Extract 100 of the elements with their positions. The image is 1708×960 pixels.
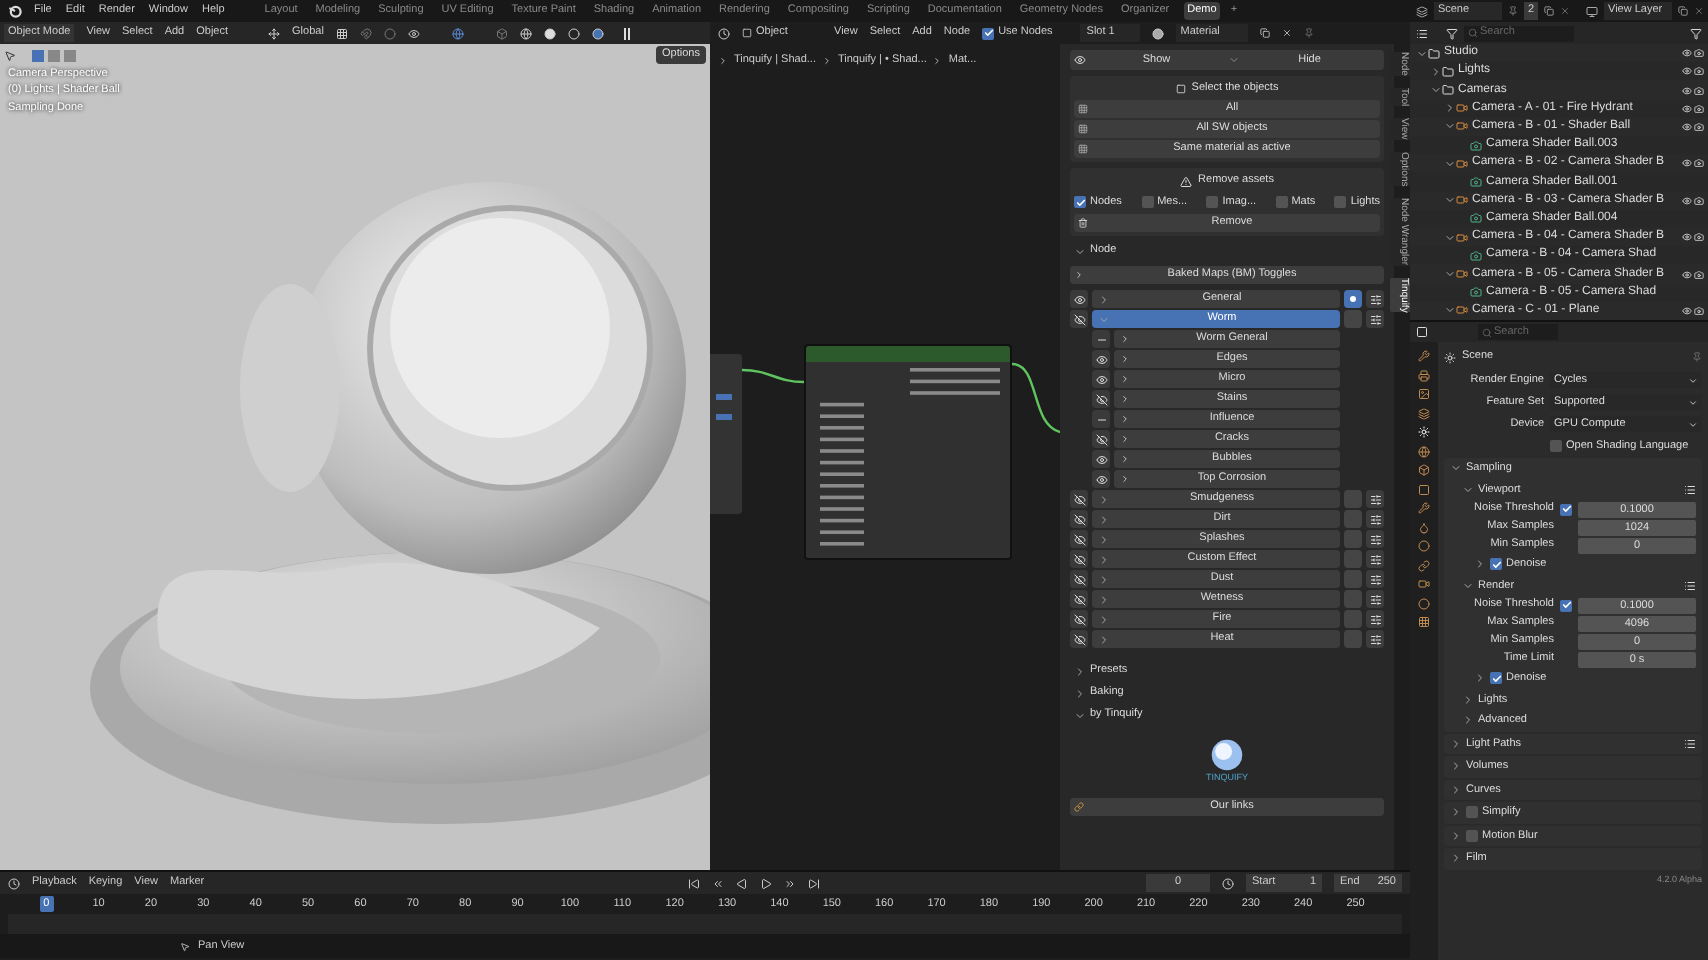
eye-icon[interactable] bbox=[1682, 158, 1692, 169]
chevron-right-icon[interactable] bbox=[1450, 806, 1462, 819]
pin-icon[interactable] bbox=[1507, 6, 1518, 16]
tool-icon[interactable] bbox=[1418, 350, 1430, 362]
visibility-toggle[interactable] bbox=[1070, 490, 1088, 508]
chevron-right-icon[interactable] bbox=[1450, 783, 1462, 796]
visibility-toggle[interactable] bbox=[1070, 310, 1088, 328]
checkbox[interactable] bbox=[982, 27, 995, 39]
select-tool-icon[interactable] bbox=[4, 49, 16, 61]
visibility-toggle[interactable] bbox=[1070, 530, 1088, 548]
copy-icon[interactable] bbox=[1260, 28, 1271, 38]
layer-active-toggle[interactable] bbox=[1344, 550, 1362, 568]
settings-button[interactable] bbox=[1366, 630, 1384, 648]
settings-button[interactable] bbox=[1366, 490, 1384, 508]
visibility-toggle[interactable] bbox=[1070, 290, 1088, 308]
eye-icon[interactable] bbox=[1682, 103, 1692, 114]
chevron-right-icon[interactable] bbox=[1450, 760, 1462, 773]
snap-icon[interactable] bbox=[359, 27, 372, 39]
layer-active-toggle[interactable] bbox=[1344, 570, 1362, 588]
jump-end-icon[interactable] bbox=[808, 877, 821, 889]
eye-icon[interactable] bbox=[1682, 305, 1692, 316]
visibility-toggle[interactable] bbox=[1092, 390, 1110, 408]
checkbox[interactable] bbox=[1560, 599, 1572, 611]
copy-icon[interactable] bbox=[1678, 6, 1688, 16]
chevron-down-icon[interactable] bbox=[1444, 231, 1456, 244]
particles-icon[interactable] bbox=[1418, 521, 1430, 533]
solid-shading-icon[interactable] bbox=[543, 27, 556, 39]
eye-icon[interactable] bbox=[1682, 232, 1692, 243]
clock-icon[interactable] bbox=[1222, 877, 1234, 889]
visibility-toggle[interactable] bbox=[1092, 410, 1110, 428]
eye-icon[interactable] bbox=[1682, 48, 1692, 59]
chevron-right-icon[interactable] bbox=[1462, 714, 1474, 727]
chevron-right-icon[interactable] bbox=[1462, 693, 1474, 706]
collection-icon[interactable] bbox=[1418, 464, 1430, 476]
play-reverse-icon[interactable] bbox=[736, 877, 749, 889]
checkbox[interactable] bbox=[1550, 440, 1562, 452]
layer-active-toggle[interactable] bbox=[1344, 510, 1362, 528]
checkbox[interactable] bbox=[1466, 806, 1478, 819]
visibility-toggle[interactable] bbox=[1070, 610, 1088, 628]
visibility-toggle[interactable] bbox=[1070, 590, 1088, 608]
layer-active-toggle[interactable] bbox=[1344, 530, 1362, 548]
display-mode-icon[interactable] bbox=[1416, 27, 1428, 39]
modifier-icon[interactable] bbox=[1418, 502, 1430, 514]
filter-icon[interactable] bbox=[1446, 27, 1458, 39]
material-shading-icon[interactable] bbox=[567, 27, 580, 39]
chevron-right-icon[interactable] bbox=[1074, 665, 1086, 677]
checkbox[interactable] bbox=[1490, 558, 1502, 571]
layer-active-toggle[interactable] bbox=[1344, 610, 1362, 628]
settings-button[interactable] bbox=[1366, 310, 1384, 328]
chevron-down-icon[interactable] bbox=[1444, 120, 1456, 133]
chevron-right-icon[interactable] bbox=[1450, 852, 1462, 865]
presets-icon[interactable] bbox=[1684, 737, 1696, 750]
transform-icon[interactable] bbox=[268, 27, 281, 39]
layer-active-toggle[interactable] bbox=[1344, 590, 1362, 608]
settings-button[interactable] bbox=[1366, 550, 1384, 568]
filter-icon[interactable] bbox=[1690, 27, 1702, 39]
chevron-right-icon[interactable] bbox=[1430, 65, 1442, 78]
visibility-toggle[interactable] bbox=[1092, 430, 1110, 448]
chevron-right-icon[interactable] bbox=[1450, 737, 1462, 750]
layer-active-toggle[interactable] bbox=[1344, 490, 1362, 508]
visibility-icon[interactable] bbox=[407, 27, 420, 39]
play-icon[interactable] bbox=[760, 877, 773, 889]
chevron-down-icon[interactable] bbox=[1462, 483, 1474, 496]
chevron-down-icon[interactable] bbox=[1450, 462, 1462, 475]
chevron-down-icon[interactable] bbox=[1444, 304, 1456, 317]
eye-icon[interactable] bbox=[1682, 66, 1692, 77]
visibility-toggle[interactable] bbox=[1092, 330, 1110, 348]
constraint-icon[interactable] bbox=[1418, 559, 1430, 571]
layer-active-toggle[interactable] bbox=[1344, 290, 1362, 308]
previous-keyframe-icon[interactable] bbox=[712, 877, 725, 889]
checkbox[interactable] bbox=[1275, 196, 1288, 208]
object-icon[interactable] bbox=[1418, 483, 1430, 495]
checkbox[interactable] bbox=[1141, 196, 1154, 208]
eye-icon[interactable] bbox=[1074, 54, 1086, 66]
app-logo-icon[interactable] bbox=[8, 4, 22, 18]
eye-icon[interactable] bbox=[1682, 195, 1692, 206]
pin-icon[interactable] bbox=[1304, 28, 1315, 38]
layer-active-toggle[interactable] bbox=[1344, 310, 1362, 328]
chevron-right-icon[interactable] bbox=[1074, 687, 1086, 699]
chevron-down-icon[interactable] bbox=[1444, 157, 1456, 170]
chevron-down-icon[interactable] bbox=[1074, 245, 1086, 257]
layer-active-toggle[interactable] bbox=[1344, 630, 1362, 648]
jump-start-icon[interactable] bbox=[688, 877, 701, 889]
settings-button[interactable] bbox=[1366, 610, 1384, 628]
visibility-toggle[interactable] bbox=[1092, 350, 1110, 368]
checkbox[interactable] bbox=[1466, 829, 1478, 842]
pause-icon[interactable] bbox=[623, 27, 630, 39]
eye-icon[interactable] bbox=[1682, 121, 1692, 132]
visibility-toggle[interactable] bbox=[1070, 550, 1088, 568]
wireframe-shading-icon[interactable] bbox=[519, 27, 532, 39]
settings-button[interactable] bbox=[1366, 530, 1384, 548]
settings-button[interactable] bbox=[1366, 290, 1384, 308]
chevron-right-icon[interactable] bbox=[1444, 102, 1456, 115]
xray-icon[interactable] bbox=[495, 27, 508, 39]
checkbox[interactable] bbox=[1206, 196, 1219, 208]
texture-icon[interactable] bbox=[1418, 616, 1430, 628]
eye-icon[interactable] bbox=[1682, 269, 1692, 280]
checkbox[interactable] bbox=[1560, 503, 1572, 515]
checkbox[interactable] bbox=[1490, 672, 1502, 685]
checkbox[interactable] bbox=[1334, 196, 1347, 208]
